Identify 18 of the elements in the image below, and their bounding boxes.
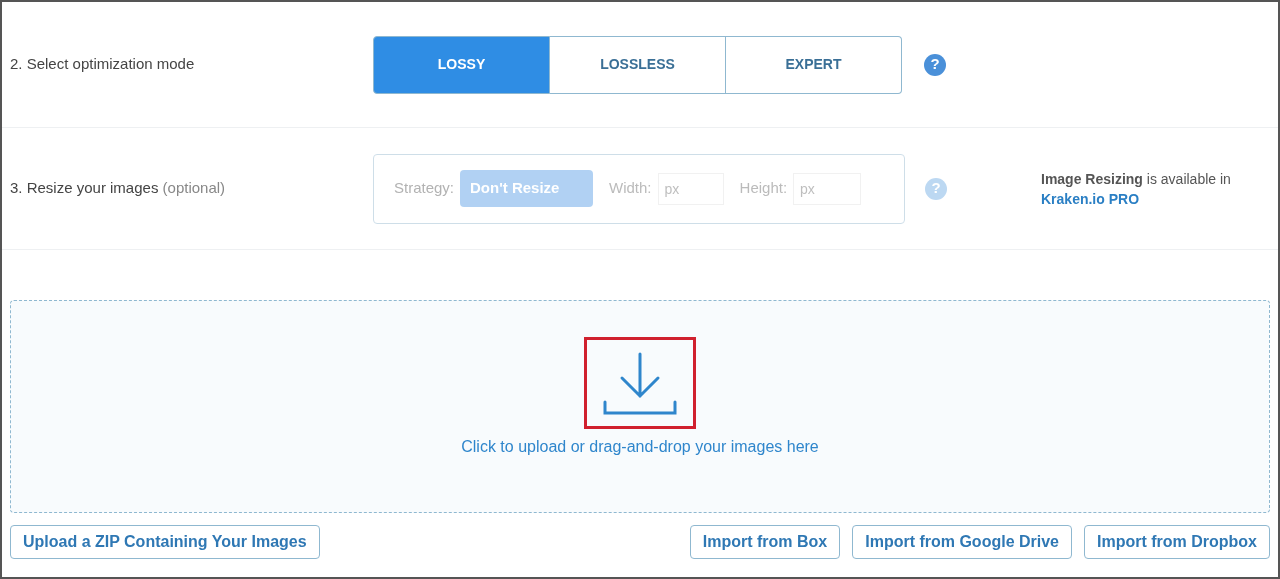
mode-tab[interactable]: LOSSY (373, 35, 550, 94)
action-button[interactable]: Import from Google Drive (852, 525, 1072, 559)
mode-tab[interactable]: LOSSLESS (550, 35, 726, 94)
download-icon (602, 350, 678, 416)
dropzone-text: Click to upload or drag-and-drop your images here (461, 437, 819, 457)
mode-tab[interactable]: EXPERT (726, 35, 902, 94)
step-label: 3. Resize your images (10, 179, 159, 197)
optional-note: (optional) (162, 179, 226, 197)
step-label: 2. Select optimization mode (9, 54, 196, 75)
action-button[interactable]: Import from Dropbox (1084, 525, 1270, 559)
action-button[interactable]: Upload a ZIP Containing Your Images (10, 525, 320, 559)
notice-text: Image Resizing is available in (1041, 170, 1231, 187)
height-label: Height: (739, 178, 788, 199)
width-label: Width: (609, 178, 652, 199)
strategy-label: Strategy: (394, 178, 455, 199)
action-button[interactable]: Import from Box (689, 525, 841, 559)
help-icon[interactable]: ? (924, 53, 946, 76)
upload-dropzone[interactable]: Click to upload or drag-and-drop your images here (10, 300, 1270, 513)
